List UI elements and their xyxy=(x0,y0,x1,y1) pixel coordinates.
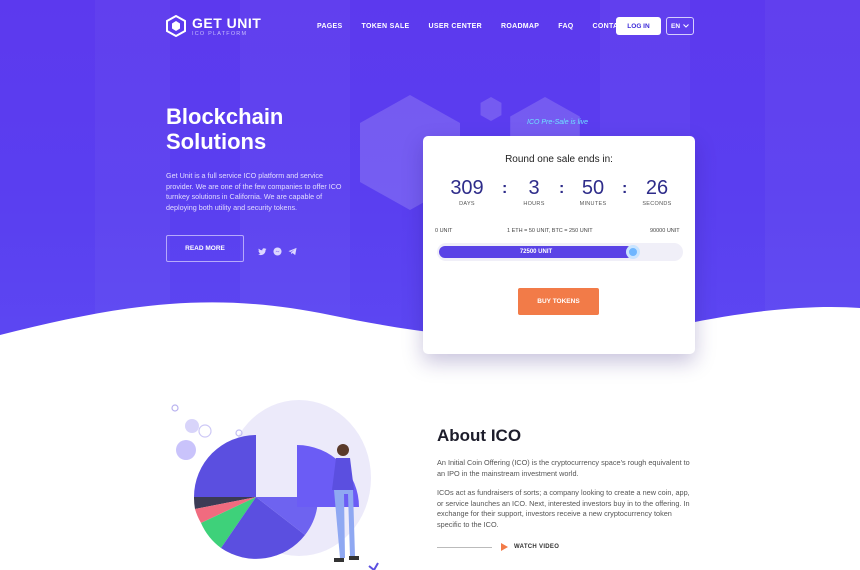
language-selector[interactable]: EN xyxy=(666,17,694,35)
rate-label: 1 ETH = 50 UNIT, BTC = 250 UNIT xyxy=(507,228,593,234)
nav-item-token-sale[interactable]: TOKEN SALE xyxy=(362,23,410,30)
range-max-label: 90000 UNIT xyxy=(650,228,680,234)
countdown-title: Round one sale ends in: xyxy=(505,154,613,165)
countdown-separator: : xyxy=(559,180,565,197)
sale-progress-track: 72500 UNIT xyxy=(437,243,683,261)
nav-item-pages[interactable]: PAGES xyxy=(317,23,343,30)
countdown-value: 3 xyxy=(528,177,540,199)
nav-item-roadmap[interactable]: ROADMAP xyxy=(501,23,539,30)
countdown-separator: : xyxy=(622,180,628,197)
countdown-value: 50 xyxy=(581,177,605,199)
social-links xyxy=(258,243,297,256)
hero-title-line2: Solutions xyxy=(166,129,267,154)
presale-note: ICO Pre-Sale is live xyxy=(527,119,589,126)
countdown-value: 309 xyxy=(450,177,484,199)
countdown-minutes: 50 MINUTES xyxy=(568,176,618,207)
countdown-hours: 3 HOURS xyxy=(509,176,559,207)
countdown-unit: SECONDS xyxy=(642,201,672,207)
read-more-button[interactable]: READ MORE xyxy=(166,235,244,262)
about-paragraph-1: An Initial Coin Offering (ICO) is the cr… xyxy=(437,458,690,478)
sale-progress-label: 72500 UNIT xyxy=(519,249,553,255)
nav-item-user-center[interactable]: USER CENTER xyxy=(429,23,482,30)
messenger-icon[interactable] xyxy=(273,243,282,256)
hexagon-logo-icon xyxy=(166,15,186,37)
countdown-unit: MINUTES xyxy=(579,201,607,207)
progress-handle[interactable] xyxy=(626,245,640,259)
brand-logo[interactable]: GET UNIT ICO PLATFORM xyxy=(166,15,261,37)
nav-item-faq[interactable]: FAQ xyxy=(558,23,573,30)
range-min-label: 0 UNIT xyxy=(435,228,453,234)
sale-progress-fill: 72500 UNIT xyxy=(439,246,633,258)
telegram-icon[interactable] xyxy=(288,243,297,256)
countdown-value: 26 xyxy=(645,177,669,199)
hero-title: Blockchain Solutions xyxy=(166,104,366,154)
brand-name: GET UNIT xyxy=(192,14,262,31)
login-button[interactable]: LOG IN xyxy=(616,17,661,35)
language-label: EN xyxy=(670,22,681,30)
about-title: About ICO xyxy=(437,426,522,445)
buy-tokens-button[interactable]: BUY TOKENS xyxy=(518,288,599,315)
countdown-card: Round one sale ends in: 309 DAYS : 3 HOU… xyxy=(423,136,695,354)
watch-video-label: WATCH VIDEO xyxy=(514,544,560,550)
about-paragraph-2: ICOs act as fundraisers of sorts; a comp… xyxy=(437,488,690,529)
countdown-days: 309 DAYS xyxy=(442,176,492,207)
countdown-separator: : xyxy=(502,180,508,197)
countdown-unit: DAYS xyxy=(459,201,475,207)
hero-description: Get Unit is a full service ICO platform … xyxy=(166,171,342,212)
hero-title-line1: Blockchain xyxy=(166,104,284,129)
countdown-seconds: 26 SECONDS xyxy=(632,176,682,207)
twitter-icon[interactable] xyxy=(258,243,267,256)
hexagon-decoration xyxy=(480,97,502,121)
countdown-unit: HOURS xyxy=(523,201,545,207)
chevron-down-icon xyxy=(683,24,689,28)
about-illustration xyxy=(171,400,379,570)
divider-line xyxy=(437,546,492,548)
main-nav: PAGES TOKEN SALE USER CENTER ROADMAP FAQ… xyxy=(317,23,652,30)
play-icon xyxy=(501,543,508,551)
brand-subtitle: ICO PLATFORM xyxy=(192,30,248,37)
watch-video-link[interactable]: WATCH VIDEO xyxy=(437,543,559,551)
